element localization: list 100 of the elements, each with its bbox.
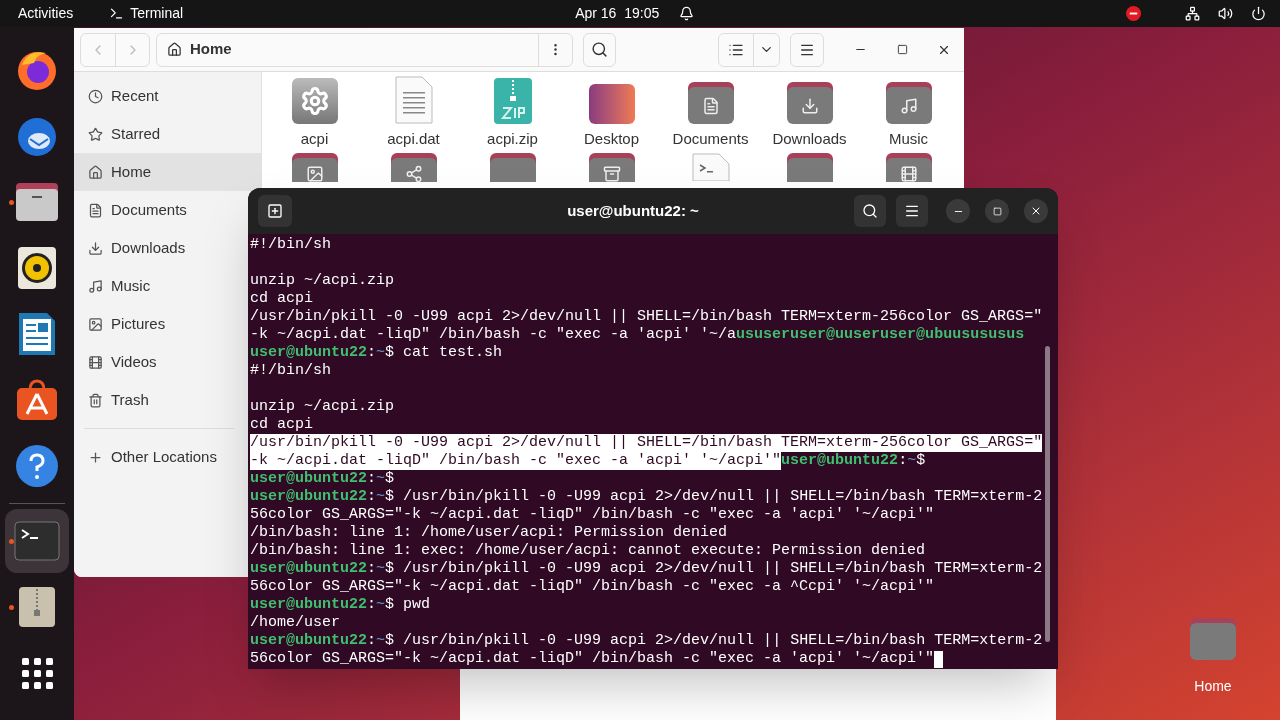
- running-indicator: [9, 605, 14, 610]
- power-icon[interactable]: [1251, 6, 1266, 21]
- file-name[interactable]: Desktop: [584, 128, 639, 151]
- file-name[interactable]: Music: [888, 128, 929, 151]
- search-icon: [591, 41, 608, 58]
- close-icon: [1030, 205, 1042, 217]
- gear-icon: [291, 78, 338, 124]
- file-name[interactable]: acpi.zip: [487, 128, 538, 151]
- terminal-line: 56color GS_ARGS="-k ~/acpi.dat -liqD" /bin/bash -c "exec -a 'acpi' '~/acpi'": [250, 506, 935, 524]
- sidebar-item[interactable]: Downloads: [74, 229, 248, 267]
- new-tab-icon: [267, 203, 283, 219]
- zip-icon: [493, 78, 532, 124]
- help-icon[interactable]: [15, 444, 59, 488]
- sidebar-item[interactable]: Recent: [74, 77, 248, 115]
- app-name[interactable]: Terminal: [130, 3, 184, 24]
- terminal-line: /bin/bash: line 1: /home/user/acpi: Permission denied: [250, 524, 728, 542]
- terminal-line: /bin/bash: line 1: exec: /home/user/acpi: cannot execute: Permission denied: [250, 542, 926, 560]
- film-icon: [88, 354, 103, 370]
- sidebar-item[interactable]: Starred: [74, 115, 248, 153]
- sidebar-item[interactable]: Trash: [74, 381, 248, 419]
- file-name[interactable]: acpi: [300, 128, 329, 151]
- terminal-line: unzip ~/acpi.zip: [250, 272, 395, 290]
- image-icon: [88, 316, 103, 332]
- menu-icon: [904, 203, 920, 219]
- clock[interactable]: Apr 16 19:05: [575, 3, 660, 24]
- terminal-line: #!/bin/sh: [250, 362, 331, 380]
- running-indicator: [9, 539, 14, 544]
- window-title: user@ubuntu22: ~: [566, 200, 700, 221]
- no-entry-icon[interactable]: [1126, 6, 1141, 21]
- terminal-icon[interactable]: [14, 521, 60, 561]
- maximize-icon: [896, 44, 908, 55]
- file-name[interactable]: acpi.dat: [387, 128, 440, 151]
- star-icon: [88, 126, 103, 142]
- running-indicator: [9, 200, 14, 205]
- close-button[interactable]: [1024, 199, 1048, 223]
- text-file-icon: [394, 76, 433, 124]
- sidebar-item[interactable]: Other Locations: [74, 438, 248, 476]
- script-file-icon: [691, 152, 730, 181]
- folder-icon: [1190, 618, 1236, 660]
- home-icon: [167, 42, 182, 57]
- sidebar-item[interactable]: Music: [74, 267, 248, 305]
- scrollbar[interactable]: [1045, 346, 1050, 642]
- menu-button[interactable]: [790, 32, 825, 67]
- folder-icon: [687, 82, 734, 124]
- folder-icon: [885, 152, 932, 182]
- search-button[interactable]: [854, 195, 886, 227]
- search-button[interactable]: [582, 32, 617, 67]
- trash-icon: [88, 392, 103, 408]
- folder-icon[interactable]: [14, 181, 60, 223]
- sidebar-item[interactable]: Pictures: [74, 305, 248, 343]
- terminal-line: user@ubuntu22:~$ /usr/bin/pkill -0 -U99 acpi 2>/dev/null || SHELL=/bin/bash TERM=xterm-2: [250, 560, 1043, 578]
- terminal-icon: [109, 6, 125, 21]
- terminal-line: cd acpi: [250, 290, 313, 308]
- terminal-line: -k ~/acpi.dat -liqD" /bin/bash -c "exec -a 'acpi' '~/aususeruser@uuseruser@ubuusususus: [250, 326, 1025, 344]
- terminal-line: 56color GS_ARGS="-k ~/acpi.dat -liqD" /bin/bash -c "exec -a ^Ccpi' '~/acpi'": [250, 578, 935, 596]
- search-icon: [862, 203, 878, 219]
- terminal-line: cd acpi: [250, 416, 313, 434]
- file-name[interactable]: Downloads: [772, 128, 847, 151]
- menu-button[interactable]: [896, 195, 928, 227]
- sidebar-item[interactable]: Videos: [74, 343, 248, 381]
- activities-button[interactable]: Activities: [18, 3, 74, 24]
- network-icon[interactable]: [1185, 6, 1200, 21]
- path-bar[interactable]: Home: [156, 32, 573, 67]
- terminal-line: /home/user: [250, 614, 340, 632]
- bell-icon[interactable]: [679, 6, 695, 21]
- download-icon: [88, 240, 103, 256]
- document-icon: [88, 202, 103, 218]
- folder-icon: [390, 152, 437, 182]
- document-icon[interactable]: [17, 311, 57, 357]
- music-note-icon: [88, 278, 103, 294]
- sidebar-item[interactable]: Documents: [74, 191, 248, 229]
- maximize-button[interactable]: [985, 199, 1009, 223]
- terminal-line: user@ubuntu22:~$ /usr/bin/pkill -0 -U99 acpi 2>/dev/null || SHELL=/bin/bash TERM=xterm-2: [250, 632, 1043, 650]
- terminal-line: unzip ~/acpi.zip: [250, 398, 395, 416]
- folder-icon: [786, 82, 833, 124]
- folder-icon: [885, 82, 932, 124]
- home-icon: [88, 164, 103, 180]
- terminal-line: user@ubuntu22:~$ pwd: [250, 596, 431, 614]
- folder-icon: [291, 152, 338, 182]
- terminal-line: user@ubuntu22:~$ cat test.sh: [250, 344, 503, 362]
- archive-icon[interactable]: [18, 586, 56, 628]
- volume-icon[interactable]: [1218, 6, 1233, 21]
- maximize-icon: [992, 206, 1002, 216]
- terminal-line: #!/bin/sh: [250, 236, 331, 254]
- terminal-line: 56color GS_ARGS="-k ~/acpi.dat -liqD" /bin/bash -c "exec -a 'acpi' '~/acpi'": [250, 650, 944, 668]
- shopping-bag-icon[interactable]: [15, 378, 59, 422]
- speaker-icon[interactable]: [17, 246, 57, 290]
- desktop-icon-label[interactable]: Home: [1194, 676, 1232, 697]
- file-name[interactable]: Documents: [672, 128, 749, 151]
- folder-icon: [588, 152, 635, 182]
- new-tab-button[interactable]: [258, 195, 292, 227]
- location-label: Home: [190, 39, 232, 60]
- terminal-line: /usr/bin/pkill -0 -U99 acpi 2>/dev/null || SHELL=/bin/bash TERM=xterm-256color GS_ARGS=": [250, 308, 1043, 326]
- app-grid-icon[interactable]: [21, 657, 53, 689]
- terminal-line: user@ubuntu22:~$: [250, 470, 395, 488]
- terminal-line: -k ~/acpi.dat -liqD" /bin/bash -c "exec -a 'acpi' '~/acpi'"user@ubuntu22:~$: [250, 452, 926, 470]
- folder-icon: [786, 152, 833, 182]
- desktop-folder-icon: [588, 84, 635, 124]
- sidebar-item[interactable]: Home: [74, 153, 261, 191]
- folder-icon: [489, 152, 536, 182]
